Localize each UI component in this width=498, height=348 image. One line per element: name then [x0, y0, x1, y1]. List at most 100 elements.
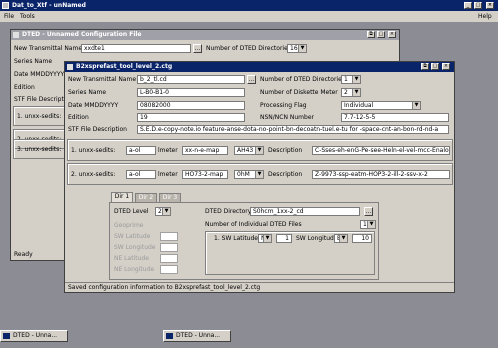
minimized-window-1[interactable]: DTED - Unna... [0, 330, 68, 342]
win2-title-bar: B2xsprefast_tool_level_2.ctg ⧉ □ × [65, 62, 454, 72]
chevron-down-icon: ▼ [339, 235, 347, 242]
minimized-windows-bar [0, 327, 498, 348]
dted-file-list: 1. SW Latitude N ▼ 1 SW Longitude E ▼ 10 [205, 231, 375, 275]
window-icon [166, 333, 173, 339]
win2-date-input[interactable]: 08082000 [137, 101, 245, 110]
ne-longitude-input [160, 265, 178, 274]
win1-restore-button[interactable]: ⧉ [367, 31, 375, 38]
win1-browse-button[interactable]: ... [193, 44, 202, 53]
file-row-1-lon-hemisphere[interactable]: E ▼ [334, 234, 348, 243]
win2-processing-select[interactable]: Individual ▼ [341, 101, 421, 110]
win2-row-1-lmeter: lmeter [158, 147, 178, 154]
file-row-1-lat-input[interactable]: 1 [276, 234, 292, 243]
win1-date-label: Date MMDDYYYY [14, 71, 65, 78]
chevron-down-icon: ▼ [367, 221, 375, 228]
win2-row-2-label: 2. unxx-sedits: [71, 171, 116, 178]
win2-series-input[interactable]: L-B0-B1-0 [137, 88, 245, 97]
win2-restore-button[interactable]: ⧉ [421, 63, 429, 70]
win2-row-2-lmeter: lmeter [158, 171, 178, 178]
win2-row-1-select[interactable]: AH43 ▼ [234, 146, 264, 155]
app-minimize-button[interactable]: _ [464, 2, 472, 9]
num-files-select[interactable]: 1 ▼ [360, 220, 376, 229]
menu-help[interactable]: Help [478, 13, 492, 21]
file-row-1-lat-hemisphere[interactable]: N ▼ [258, 234, 272, 243]
app-close-button[interactable]: × [486, 2, 494, 9]
win1-status-text: Ready [14, 251, 33, 258]
win2-processing-value: Individual [344, 102, 374, 109]
win2-new-transmittal-label: New Transmittal Name [68, 76, 137, 83]
win2-row-2-desc-label: Description [268, 171, 303, 178]
dir-tab-panel: DTED Level 2 ▼ DTED Directory S0hcm_1xx-… [109, 202, 379, 280]
win1-maximize-button[interactable]: □ [377, 31, 385, 38]
win2-close-button[interactable]: × [442, 63, 450, 70]
win1-new-transmittal-label: New Transmittal Name [14, 45, 83, 52]
dted-directory-input[interactable]: S0hcm_1xx-2_cd [250, 207, 360, 216]
chevron-down-icon: ▼ [162, 208, 170, 215]
win2-dir-row-2: 2. unxx-sedits: a-ol lmeter HO73-2-map 0… [67, 163, 453, 185]
menu-tools[interactable]: Tools [20, 13, 35, 21]
win2-row-1-select-value: AH43 [237, 147, 254, 154]
win2-row-2-input-a[interactable]: a-ol [126, 170, 156, 179]
win2-num-disks-label: Number of Diskette Meter [260, 89, 338, 96]
win2-dir-row-1: 1. unxx-sedits: a-ol lmeter xx-n-e-map A… [67, 139, 453, 161]
win2-maximize-button[interactable]: □ [431, 63, 439, 70]
win2-row-1-input-a[interactable]: a-ol [126, 146, 156, 155]
win2-status-text: Saved configuration information to B2xsp… [68, 284, 261, 291]
file-row-1-label: 1. SW Latitude [214, 235, 258, 242]
dted-directory-browse-button[interactable]: ... [364, 207, 373, 216]
chevron-down-icon: ▼ [352, 89, 360, 96]
file-row-1-lon-label: SW Longitude [296, 235, 338, 242]
win1-num-dirs-select[interactable]: 16 ▼ [287, 44, 307, 53]
win1-row-1: 1. unxx-sedits: [13, 106, 67, 126]
win1-close-button[interactable]: × [388, 31, 396, 38]
app-title-bar: Dat_to_Xtf - unNamed _ □ × [0, 0, 498, 11]
win2-num-disks-select[interactable]: 2 ▼ [341, 88, 361, 97]
dted-level-label: DTED Level [114, 208, 149, 215]
win1-row-3: 3. unxx-sedits: [13, 139, 67, 159]
app-menu-bar: File Tools Help [0, 11, 498, 22]
win2-edition-input[interactable]: 19 [137, 113, 245, 122]
chevron-down-icon: ▼ [255, 171, 263, 178]
win2-edition-label: Edition [68, 114, 89, 121]
win1-num-dirs-value: 16 [290, 45, 298, 52]
win2-stf-input[interactable]: S.E.D.e-copy-note.io feature-anse-dota-n… [137, 125, 449, 134]
tab-dir-3[interactable]: Dir 3 [159, 193, 181, 202]
win2-browse-button[interactable]: ... [247, 75, 256, 84]
file-row-1-lon-input[interactable]: 10 [352, 234, 372, 243]
num-files-label: Number of Individual DTED Files [205, 221, 302, 228]
win2-icon [67, 64, 73, 70]
tab-dir-2[interactable]: Dir 2 [135, 193, 157, 202]
win2-row-2-desc-input[interactable]: Z-9973-ssp-eatm-HOP3-2-ill-2-ssv-x-2 [312, 170, 450, 179]
win2-row-2-select[interactable]: 0hM ▼ [234, 170, 264, 179]
win2-row-1-input-b[interactable]: xx-n-e-map [182, 146, 228, 155]
sw-longitude-label: SW Longitude [114, 244, 156, 251]
win1-row-3-label: 3. unxx-sedits: [17, 146, 62, 153]
app-maximize-button[interactable]: □ [474, 2, 482, 9]
win2-series-label: Series Name [68, 89, 107, 96]
tab-dir-1[interactable]: Dir 1 [111, 192, 133, 202]
win2-num-dirs-label: Number of DTED Directories [260, 76, 345, 83]
sw-longitude-input [160, 243, 178, 252]
win2-row-1-desc-input[interactable]: C-Sses-eh-enG-Pe-see-Heln-el-vel-mcc-Ena… [312, 146, 450, 155]
win2-new-transmittal-input[interactable]: b_2_tl.cd [137, 75, 245, 84]
chevron-down-icon: ▼ [263, 235, 271, 242]
win2-date-label: Date MMDDYYYY [68, 102, 119, 109]
ne-latitude-input [160, 254, 178, 263]
win2-num-dirs-value: 1 [344, 76, 348, 83]
chevron-down-icon: ▼ [298, 45, 306, 52]
win1-new-transmittal-input[interactable]: xxdte1 [81, 44, 191, 53]
chevron-down-icon: ▼ [352, 76, 360, 83]
win2-num-dirs-select[interactable]: 1 ▼ [341, 75, 361, 84]
sw-latitude-input [160, 232, 178, 241]
dted-level-select[interactable]: 2 ▼ [155, 207, 171, 216]
win1-stf-label: STF File Descriptio [14, 96, 70, 103]
ne-latitude-label: NE Latitude [114, 255, 149, 262]
win1-edition-label: Edition [14, 84, 35, 91]
win2-stf-label: STF File Description [68, 126, 127, 133]
minimized-window-2[interactable]: DTED - Unna... [163, 330, 231, 342]
win1-num-dirs-label: Number of DTED Directories [206, 45, 291, 52]
win2-row-2-input-b[interactable]: HO73-2-map [182, 170, 228, 179]
win2-status-bar: Saved configuration information to B2xsp… [65, 282, 454, 292]
menu-file[interactable]: File [4, 13, 14, 21]
win2-nsn-input[interactable]: 7.7-12-5-5 [341, 113, 449, 122]
